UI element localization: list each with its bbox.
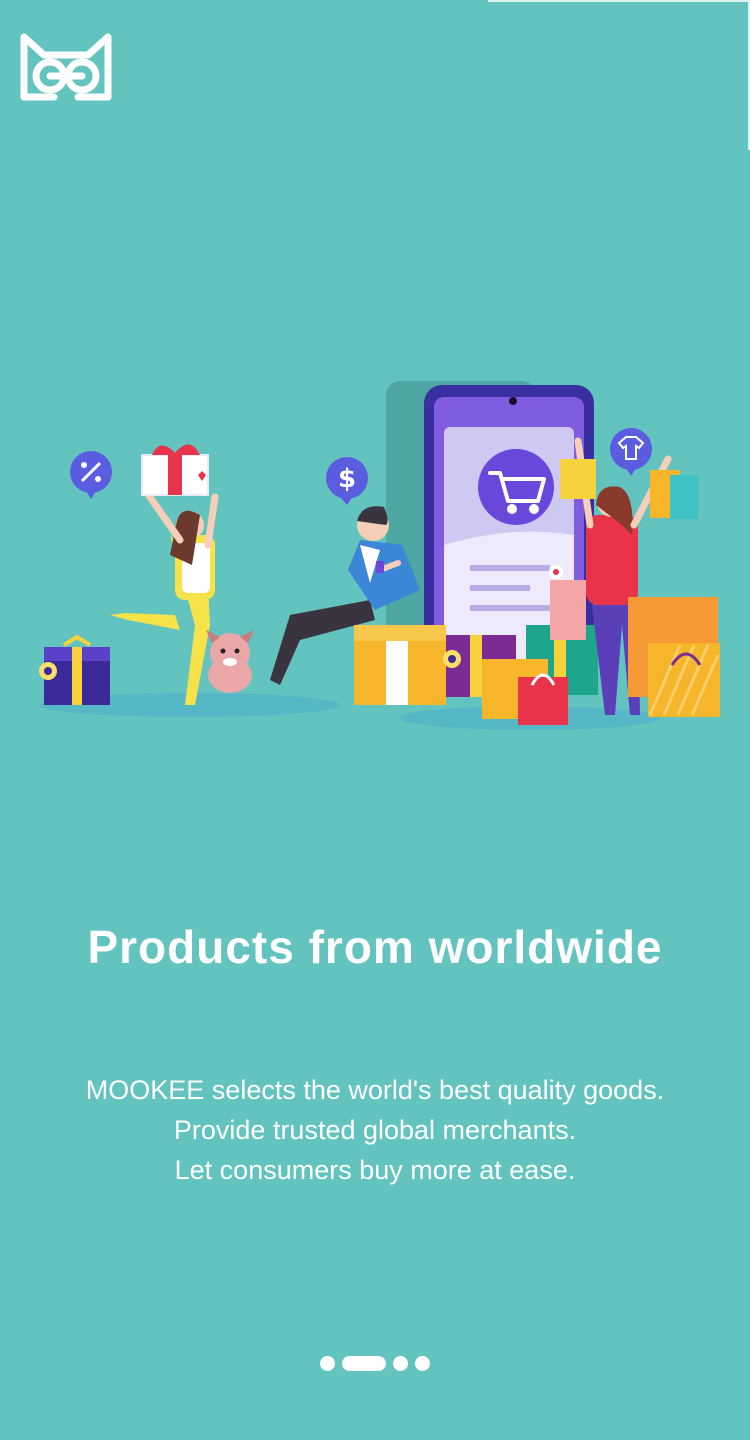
shopping-illustration: $ — [39, 381, 720, 730]
mookee-logo — [20, 33, 112, 101]
woman-with-gift — [110, 444, 219, 705]
description-line: Provide trusted global merchants. — [173, 1115, 577, 1145]
page-indicator — [0, 1356, 750, 1372]
page-dot-1[interactable] — [320, 1356, 335, 1371]
description-line: Let consumers buy more at ease. — [174, 1155, 576, 1185]
dog-graphic — [206, 630, 254, 693]
onboarding-headline: Products from worldwide — [87, 921, 663, 973]
red-bag — [518, 677, 568, 725]
description-line: MOOKEE selects the world's best quality … — [85, 1075, 665, 1105]
shirt-icon — [610, 428, 652, 476]
svg-text:$: $ — [338, 464, 356, 494]
page-dot-3[interactable] — [393, 1356, 408, 1371]
top-edge-line — [488, 0, 750, 2]
discount-icon — [70, 451, 112, 499]
onboarding-description: MOOKEE selects the world's best quality … — [0, 1070, 750, 1190]
page-dot-2-active[interactable] — [342, 1356, 386, 1371]
page-dot-4[interactable] — [415, 1356, 430, 1371]
dollar-icon: $ — [326, 457, 368, 505]
purple-gift-box — [39, 634, 110, 705]
